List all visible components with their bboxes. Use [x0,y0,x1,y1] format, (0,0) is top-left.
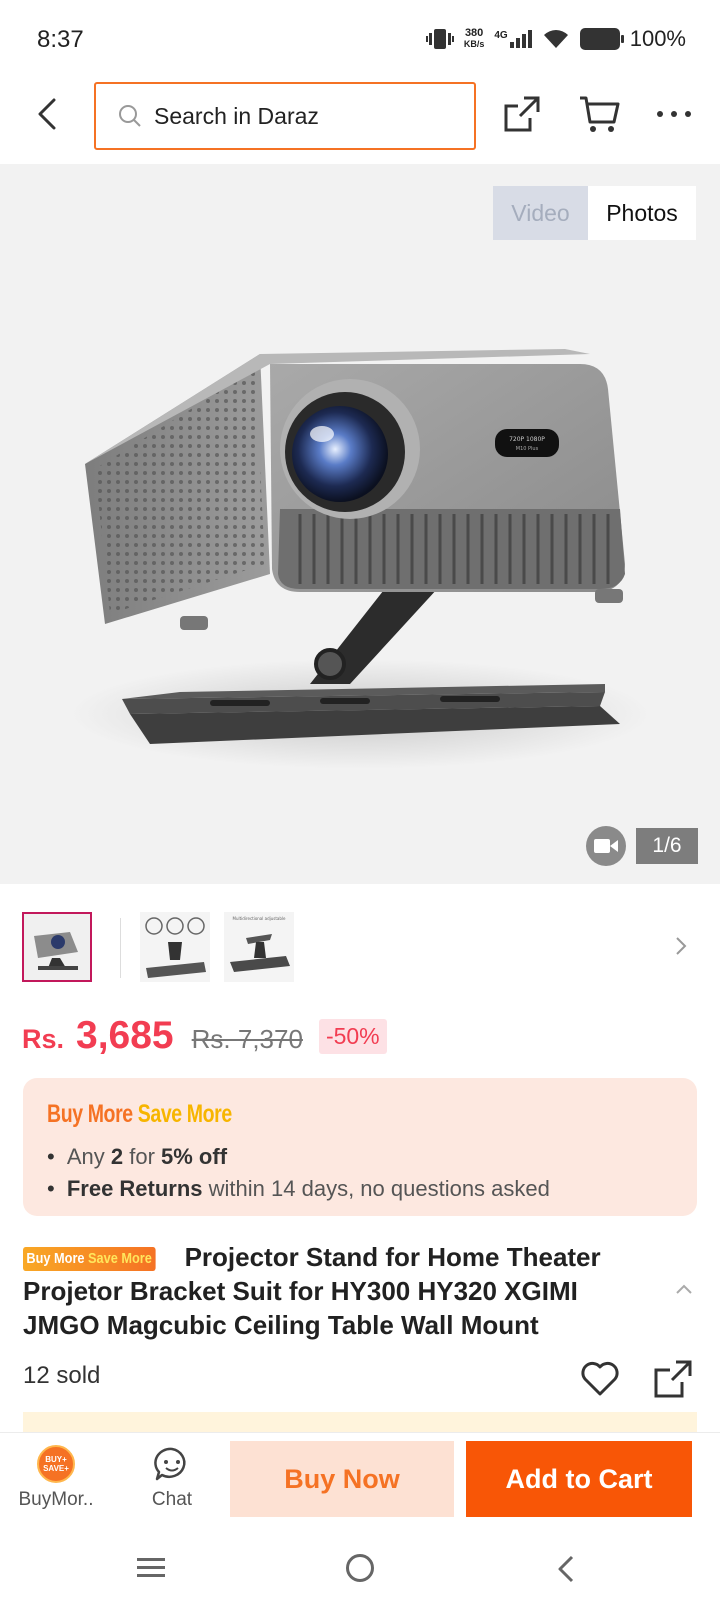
price-current: 3,685 [76,1014,174,1057]
promo-list: Any 2 for 5% off Free Returns within 14 … [47,1144,550,1208]
network-type: 4G [494,30,508,41]
system-back-icon[interactable] [556,1554,576,1584]
tab-photos[interactable]: Photos [588,186,696,240]
promo-item-returns: Free Returns within 14 days, no question… [47,1176,550,1202]
price-currency: Rs. [22,1024,65,1054]
speed-value: 380 [464,27,484,39]
status-icons: 380 KB/s 4G 100% [425,26,686,52]
share-icon[interactable] [502,94,542,134]
back-arrow-icon[interactable] [30,94,70,134]
buy-more-save-more-tag: Buy More Save More [23,1247,156,1271]
search-icon [119,105,141,127]
thumbnail-divider [120,918,121,978]
tab-video[interactable]: Video [493,186,588,240]
sold-count: 12 sold [23,1362,101,1389]
vibrate-icon [425,29,454,49]
thumbnail-2[interactable] [140,912,210,982]
cart-icon[interactable] [578,94,620,134]
buymore-button[interactable]: BUY+ SAVE+ BuyMor.. [14,1445,98,1511]
chat-label: Chat [151,1489,193,1510]
network-speed: 380 KB/s [464,28,485,50]
video-camera-icon[interactable] [586,826,626,866]
chat-icon [154,1447,186,1481]
add-to-cart-button[interactable]: Add to Cart [466,1441,692,1517]
product-title: Buy More Save More Projector Stand for Ho… [23,1240,643,1342]
promo-box[interactable]: Buy More Save More Any 2 for 5% off Free… [23,1078,697,1216]
lens-label-line2: M10 Plus [516,446,539,452]
discount-badge: -50% [318,1019,387,1054]
bottom-action-bar: BUY+ SAVE+ BuyMor.. Chat Buy Now Add to … [0,1432,720,1526]
signal-icon: 4G [494,30,532,48]
chat-button[interactable]: Chat [130,1445,214,1511]
recent-apps-icon[interactable] [136,1556,166,1580]
media-toggle: Video Photos [493,186,696,240]
buymore-coin-icon: BUY+ SAVE+ [37,1445,75,1483]
status-time: 8:37 [37,26,84,53]
more-options-icon[interactable] [654,96,694,132]
image-counter: 1/6 [636,828,698,864]
price-row: Rs. 3,685 Rs. 7,370 -50% [22,1014,387,1058]
chevron-right-icon[interactable] [672,934,690,958]
battery-percent: 100% [629,26,686,51]
promo-title-buy: Buy More [47,1100,133,1128]
thumbnail-strip: Multidirectional adjustable [0,900,720,990]
thumbnail-3-caption: Multidirectional adjustable [233,916,287,921]
heart-icon[interactable] [580,1360,620,1398]
promo-title-save: Save More [137,1100,232,1128]
thumbnail-1[interactable] [22,912,92,982]
status-bar: 8:37 380 KB/s 4G 100% [0,0,720,80]
thumbnail-3[interactable]: Multidirectional adjustable [224,912,294,982]
buymore-label: BuyMor.. [18,1489,94,1510]
home-icon[interactable] [346,1554,374,1582]
top-nav [0,80,720,162]
promo-item-bundle: Any 2 for 5% off [47,1144,550,1170]
lens-label-line1: 720P 1080P [509,436,545,443]
search-input[interactable] [154,102,454,130]
search-box[interactable] [94,82,476,150]
product-image: 720P 1080P M10 Plus [70,349,650,769]
chevron-up-icon[interactable] [674,1282,694,1296]
system-nav-bar [0,1526,720,1608]
promo-title: Buy More Save More [47,1100,232,1129]
share-icon[interactable] [652,1358,694,1400]
info-strip [23,1412,697,1432]
price-original: Rs. 7,370 [191,1024,303,1054]
speed-unit: KB/s [463,39,485,49]
battery-icon [579,28,624,50]
product-gallery[interactable]: Video Photos 720P 1080P M10 Plus 1/6 [0,164,720,884]
wifi-icon [543,30,568,48]
buy-now-button[interactable]: Buy Now [230,1441,454,1517]
